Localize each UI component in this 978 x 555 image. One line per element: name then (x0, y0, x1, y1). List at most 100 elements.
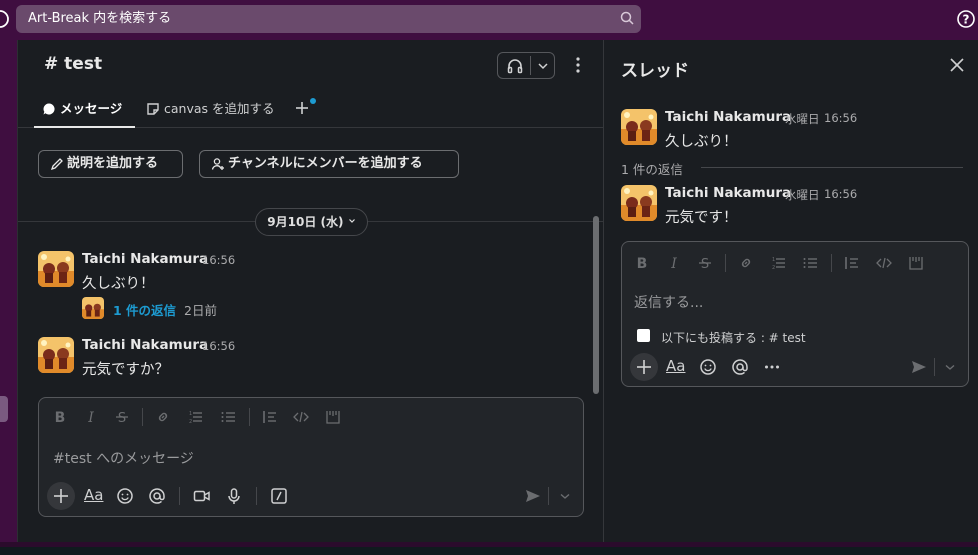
bulleted-list-icon[interactable] (219, 408, 237, 426)
microphone-icon[interactable] (224, 486, 244, 506)
date-divider-button[interactable]: 9月10日 (水) (255, 208, 368, 236)
slash-command-icon[interactable] (269, 486, 289, 506)
message-author[interactable]: Taichi Nakamura (665, 185, 791, 201)
thread-reply-link[interactable]: 1 件の返信 (113, 300, 176, 319)
svg-text:?: ? (963, 13, 970, 27)
tab-add-canvas[interactable]: canvas を追加する (146, 98, 286, 128)
text-format-toggle[interactable]: Aa (666, 357, 685, 375)
message-day: 水曜日 (785, 188, 820, 202)
message-text: 久しぶり！ (82, 276, 155, 292)
video-icon[interactable] (192, 486, 212, 506)
svg-text:2: 2 (772, 265, 775, 271)
message-bubble-icon (43, 103, 55, 115)
avatar-image (38, 337, 74, 373)
add-description-button[interactable]: 説明を追加する (38, 150, 183, 178)
message-author[interactable]: Taichi Nakamura (82, 337, 208, 353)
search-placeholder: Art-Break 内を検索する (28, 11, 172, 26)
plus-icon (54, 489, 68, 503)
message-time[interactable]: 16:56 (824, 111, 857, 125)
chevron-down-icon[interactable] (940, 357, 960, 377)
italic-icon[interactable]: I (665, 254, 683, 272)
tab-messages[interactable]: メッセージ (34, 98, 135, 128)
send-icon[interactable] (523, 486, 543, 506)
link-icon[interactable] (154, 408, 172, 426)
tab-label: メッセージ (60, 101, 123, 116)
pencil-icon (50, 158, 63, 171)
more-actions-icon[interactable] (762, 357, 782, 377)
channel-title[interactable]: # test (44, 54, 102, 74)
mention-icon[interactable] (730, 357, 750, 377)
toolbar-divider (831, 254, 832, 272)
svg-text:I: I (670, 256, 677, 272)
huddle-divider (530, 56, 531, 75)
message-text: 元気です！ (665, 210, 738, 226)
huddle-button[interactable] (497, 52, 555, 79)
reply-placeholder[interactable]: 返信する... (634, 292, 703, 312)
channel-tabs: メッセージ canvas を追加する (18, 98, 604, 128)
blockquote-icon[interactable] (261, 408, 279, 426)
avatar-image (82, 297, 104, 319)
bottom-bar (0, 542, 978, 555)
bold-icon[interactable]: B (51, 408, 69, 426)
search-bar[interactable]: Art-Break 内を検索する (16, 5, 641, 33)
date-divider-label: 9月10日 (水) (267, 215, 344, 229)
svg-text:S: S (701, 257, 709, 272)
message-time[interactable]: 16:56 (824, 187, 857, 201)
avatar-image (38, 251, 74, 287)
avatar[interactable] (38, 337, 74, 373)
add-members-button[interactable]: チャンネルにメンバーを追加する (199, 150, 459, 178)
reply-composer: B I S 12 返信する... 以下にも投稿する : # test Aa (621, 241, 969, 387)
attach-button[interactable] (47, 482, 75, 510)
send-icon[interactable] (909, 357, 929, 377)
add-description-label: 説明を追加する (67, 156, 159, 171)
strikethrough-icon[interactable]: S (113, 408, 131, 426)
more-options-icon[interactable] (569, 55, 587, 75)
mention-icon[interactable] (147, 486, 167, 506)
code-block-icon[interactable] (324, 408, 342, 426)
attach-button[interactable] (630, 353, 658, 381)
code-block-icon[interactable] (907, 254, 925, 272)
text-format-toggle[interactable]: Aa (84, 486, 103, 504)
add-members-label: チャンネルにメンバーを追加する (228, 156, 423, 171)
message-text: 元気ですか？ (82, 362, 169, 378)
svg-text:B: B (55, 410, 66, 426)
emoji-icon[interactable] (115, 486, 135, 506)
reply-divider (701, 167, 963, 168)
avatar[interactable] (38, 251, 74, 287)
tab-label: canvas を追加する (164, 101, 275, 116)
help-icon[interactable]: ? (956, 9, 976, 29)
ordered-list-icon[interactable]: 12 (769, 254, 787, 272)
scrollbar[interactable] (593, 216, 599, 394)
bold-icon[interactable]: B (633, 254, 651, 272)
message-composer: B I S 12 #test へのメッセージ Aa (38, 397, 584, 517)
chevron-down-icon[interactable] (555, 486, 575, 506)
close-icon[interactable] (949, 57, 965, 73)
thread-title: スレッド (621, 61, 689, 81)
composer-placeholder[interactable]: #test へのメッセージ (53, 448, 194, 468)
workspace-sidebar (0, 40, 17, 542)
info-icon[interactable] (0, 9, 10, 29)
add-tab-icon[interactable] (294, 100, 310, 116)
avatar[interactable] (621, 109, 657, 145)
sidebar-active-indicator (0, 396, 8, 422)
message-time[interactable]: 16:56 (202, 253, 235, 267)
message-time[interactable]: 16:56 (202, 339, 235, 353)
svg-text:1: 1 (189, 411, 192, 417)
top-bar: Art-Break 内を検索する ? (0, 0, 978, 40)
chevron-down-icon[interactable] (537, 61, 549, 71)
link-icon[interactable] (737, 254, 755, 272)
also-post-checkbox[interactable] (637, 329, 650, 342)
avatar[interactable] (621, 185, 657, 221)
blockquote-icon[interactable] (843, 254, 861, 272)
notification-dot (310, 98, 316, 104)
message-author[interactable]: Taichi Nakamura (82, 251, 208, 267)
code-icon[interactable] (292, 408, 310, 426)
message-author[interactable]: Taichi Nakamura (665, 109, 791, 125)
ordered-list-icon[interactable]: 12 (186, 408, 204, 426)
bulleted-list-icon[interactable] (801, 254, 819, 272)
emoji-icon[interactable] (698, 357, 718, 377)
italic-icon[interactable]: I (82, 408, 100, 426)
chevron-down-icon (348, 219, 355, 223)
strikethrough-icon[interactable]: S (696, 254, 714, 272)
code-icon[interactable] (875, 254, 893, 272)
